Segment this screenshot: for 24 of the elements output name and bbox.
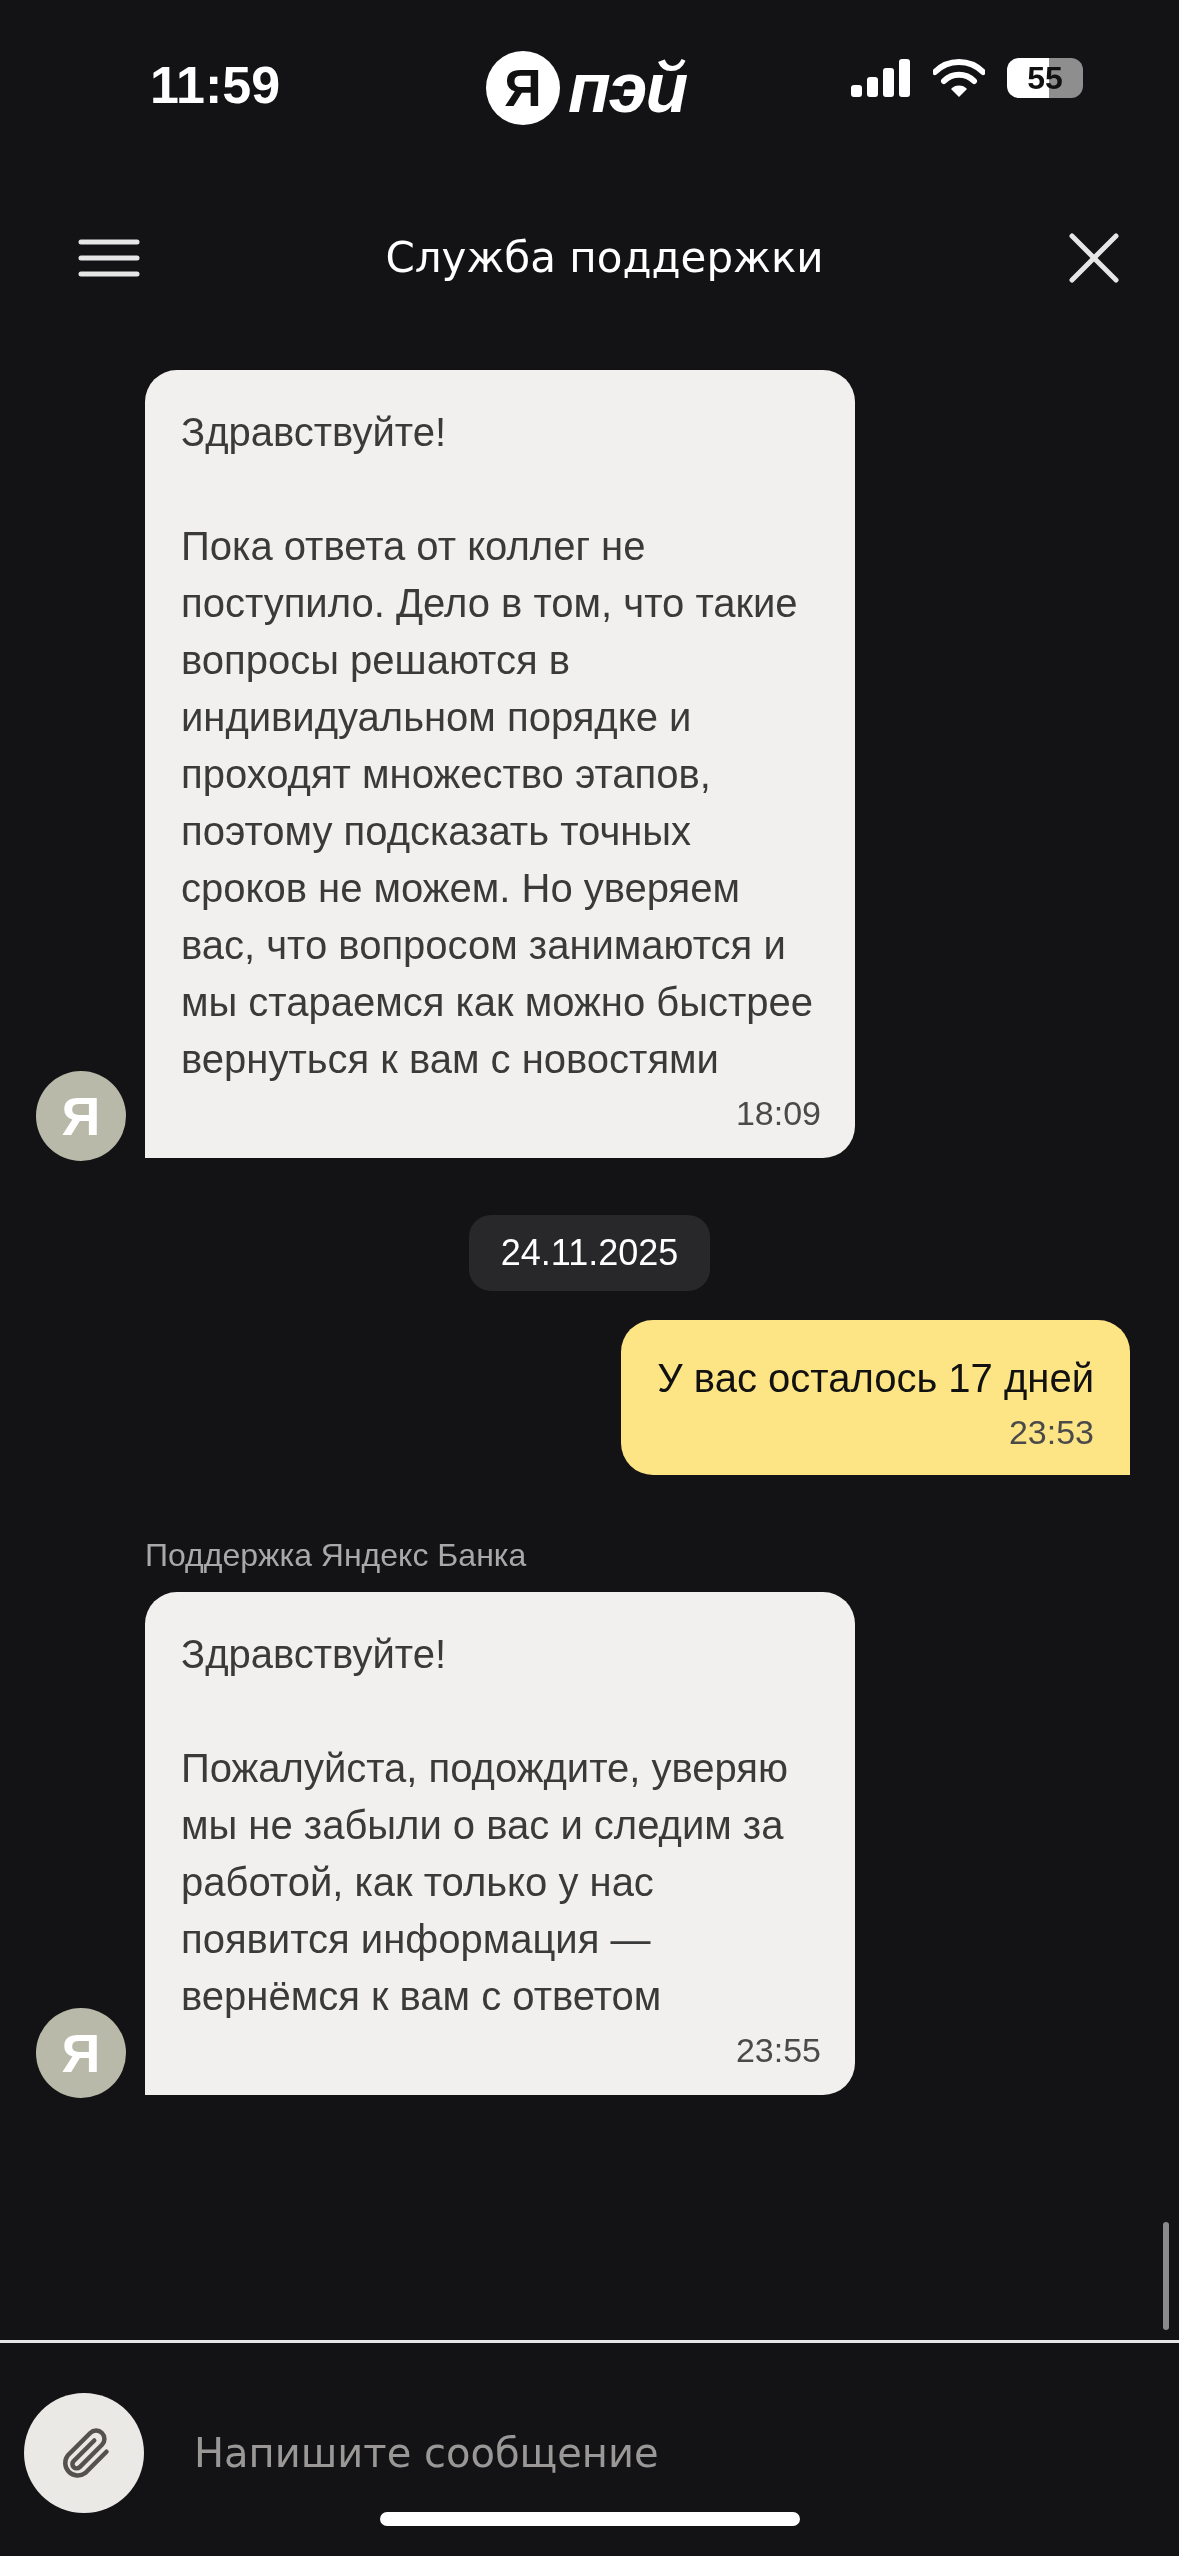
header-title: Служба поддержки <box>385 233 824 282</box>
logo-mark: Я <box>486 51 560 125</box>
message-text: Пока ответа от коллег не поступило. Дело в том, что такие вопросы решаются в индивидуальном порядке и проходят множество этапов, поэтому подсказать точных сроков не можем. Но уверяем вас, что вопросом занимаются и мы стараемся как можно быстрее вернуться к вам с новостями <box>181 523 814 1083</box>
message-text: У вас осталось 17 дней <box>657 1355 1094 1402</box>
message-input[interactable]: Напишите сообщение <box>194 2393 994 2513</box>
message-text: Здравствуйте! <box>181 1631 448 1678</box>
close-icon <box>1069 232 1119 283</box>
menu-button[interactable] <box>78 237 140 278</box>
date-separator: 24.11.2025 <box>468 1215 711 1291</box>
message-time: 23:55 <box>735 2030 821 2071</box>
message-text: Пожалуйста, подождите, уверяю мы не забыли о вас и следим за работой, как только у нас появится информация — вернёмся к вам с ответом <box>181 1745 790 2020</box>
logo-text: пэй <box>568 48 687 128</box>
avatar: Я <box>36 2008 126 2098</box>
wifi-icon <box>933 59 985 97</box>
status-time: 11:59 <box>150 55 282 115</box>
message-time: 23:53 <box>1008 1412 1094 1453</box>
signal-icon <box>851 59 911 97</box>
battery-level: 55 <box>1027 59 1063 97</box>
menu-icon <box>78 237 140 278</box>
sender-name: Поддержка Яндекс Банка <box>145 1537 528 1574</box>
close-button[interactable] <box>1069 232 1119 283</box>
message-text: Здравствуйте! <box>181 409 448 456</box>
message-time: 18:09 <box>735 1093 821 1134</box>
avatar: Я <box>36 1071 126 1161</box>
